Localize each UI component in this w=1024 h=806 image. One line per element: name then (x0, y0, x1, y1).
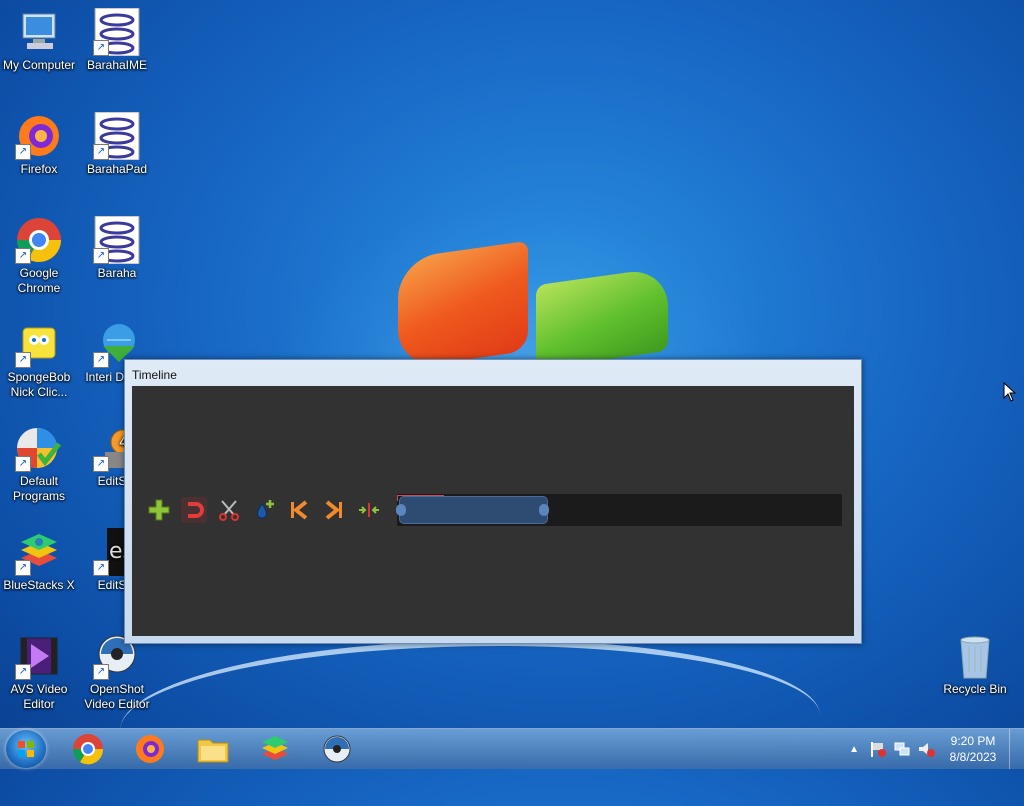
action-center-flag-icon[interactable] (869, 740, 887, 758)
chrome-icon: ↗ (15, 216, 63, 264)
file-explorer-icon (197, 739, 229, 763)
default-programs-icon: ↗ (15, 424, 63, 472)
desktop-icon-label: BarahaIME (86, 58, 148, 72)
shortcut-arrow-icon: ↗ (93, 144, 109, 160)
desktop-icon-baraha[interactable]: ↗ Baraha (78, 215, 156, 281)
desktop-icon-bluestacks[interactable]: ↗ BlueStacks X (0, 528, 78, 593)
scissors-icon (219, 500, 239, 521)
mouse-cursor-icon (1003, 382, 1017, 402)
show-hidden-icons-button[interactable]: ▲ (849, 744, 859, 755)
razor-button[interactable] (216, 497, 242, 523)
baraha-icon: ↗ (93, 215, 141, 265)
desktop-icon-label: OpenShot Video Editor (84, 682, 150, 711)
zoom-range-slider[interactable] (399, 496, 548, 524)
avs-video-editor-icon: ↗ (15, 632, 63, 680)
network-icon[interactable] (893, 740, 911, 758)
desktop-icon-label: Baraha (97, 266, 137, 280)
add-marker-icon (257, 500, 274, 519)
taskbar-chrome[interactable] (68, 732, 108, 766)
spongebob-icon: ↗ (15, 320, 63, 368)
zoom-end-handle[interactable] (538, 504, 549, 516)
desktop-icon-label: SpongeBob Nick Clic... (7, 370, 71, 399)
desktop-icon-label: Recycle Bin (943, 682, 1007, 696)
previous-marker-button[interactable] (286, 497, 312, 523)
snapping-button[interactable] (181, 497, 207, 523)
windows-logo-icon (18, 741, 34, 757)
show-desktop-button[interactable] (1009, 729, 1024, 769)
desktop-icon-label: Firefox (20, 162, 58, 176)
taskbar-file-explorer[interactable] (193, 732, 233, 766)
desktop-icon-label: My Computer (2, 58, 76, 72)
timeline-panel (132, 386, 854, 636)
wallpaper-swoosh (120, 640, 820, 806)
plus-icon (148, 499, 170, 521)
computer-icon (15, 8, 63, 56)
window-title: Timeline (132, 368, 177, 382)
shortcut-arrow-icon: ↗ (93, 248, 109, 264)
desktop-icon-openshot[interactable]: ↗ OpenShot Video Editor (78, 632, 156, 712)
desktop-icon-recycle-bin[interactable]: Recycle Bin (936, 632, 1014, 697)
next-marker-icon (325, 500, 342, 520)
desktop-icon-label: BlueStacks X (3, 578, 75, 592)
shortcut-arrow-icon: ↗ (93, 456, 109, 472)
system-tray: ▲ 9:20 PM 8/8/2023 (849, 729, 1024, 769)
shortcut-arrow-icon: ↗ (93, 664, 109, 680)
chrome-icon (72, 734, 104, 765)
baraha-icon: ↗ (93, 7, 141, 57)
bluestacks-icon: ↗ (15, 528, 63, 576)
desktop-icon-default-programs[interactable]: ↗ Default Programs (0, 424, 78, 504)
shortcut-arrow-icon: ↗ (15, 144, 31, 160)
desktop-icon-avs-video-editor[interactable]: ↗ AVS Video Editor (0, 632, 78, 712)
bluestacks-icon (262, 736, 288, 760)
shortcut-arrow-icon: ↗ (15, 248, 31, 264)
timeline-zoom-scrollbar[interactable] (396, 494, 842, 526)
baraha-icon: ↗ (93, 111, 141, 161)
start-button[interactable] (6, 730, 46, 768)
add-track-button[interactable] (146, 497, 172, 523)
timeline-toolbar (146, 494, 382, 526)
desktop-icon-barahapad[interactable]: ↗ BarahaPad (78, 111, 156, 177)
firefox-icon: ↗ (15, 112, 63, 160)
zoom-start-handle[interactable] (396, 504, 406, 516)
add-marker-button[interactable] (251, 497, 277, 523)
desktop-icon-spongebob[interactable]: ↗ SpongeBob Nick Clic... (0, 320, 78, 400)
next-marker-button[interactable] (321, 497, 347, 523)
shortcut-arrow-icon: ↗ (93, 560, 109, 576)
volume-muted-icon[interactable] (917, 740, 935, 758)
openshot-icon (323, 735, 351, 763)
shortcut-arrow-icon: ↗ (15, 456, 31, 472)
taskbar-openshot[interactable] (317, 732, 357, 766)
shortcut-arrow-icon: ↗ (15, 664, 31, 680)
desktop-icon-label: BarahaPad (86, 162, 148, 176)
shortcut-arrow-icon: ↗ (15, 352, 31, 368)
firefox-icon (136, 735, 164, 763)
clock-date: 8/8/2023 (949, 750, 997, 764)
recycle-bin-icon (951, 632, 999, 680)
center-playhead-icon (359, 503, 379, 517)
desktop-icon-firefox[interactable]: ↗ Firefox (0, 112, 78, 177)
taskbar: ▲ 9:20 PM 8/8/2023 (0, 728, 1024, 769)
magnet-icon (188, 502, 204, 518)
taskbar-clock[interactable]: 9:20 PM 8/8/2023 (941, 733, 1005, 765)
taskbar-bluestacks[interactable] (255, 732, 295, 766)
previous-marker-icon (291, 500, 308, 520)
taskbar-firefox[interactable] (130, 732, 170, 766)
shortcut-arrow-icon: ↗ (15, 560, 31, 576)
shortcut-arrow-icon: ↗ (93, 352, 109, 368)
timeline-window[interactable]: Timeline (124, 359, 862, 644)
desktop-icon-barahaime[interactable]: ↗ BarahaIME (78, 7, 156, 73)
shortcut-arrow-icon: ↗ (93, 40, 109, 56)
center-playhead-button[interactable] (356, 497, 382, 523)
desktop-icon-google-chrome[interactable]: ↗ Google Chrome (0, 216, 78, 296)
clock-time: 9:20 PM (950, 734, 996, 748)
desktop-icon-label: Google Chrome (17, 266, 61, 295)
desktop-icon-label: AVS Video Editor (10, 682, 68, 711)
desktop-icon-my-computer[interactable]: My Computer (0, 8, 78, 73)
desktop-icon-label: Default Programs (12, 474, 65, 503)
